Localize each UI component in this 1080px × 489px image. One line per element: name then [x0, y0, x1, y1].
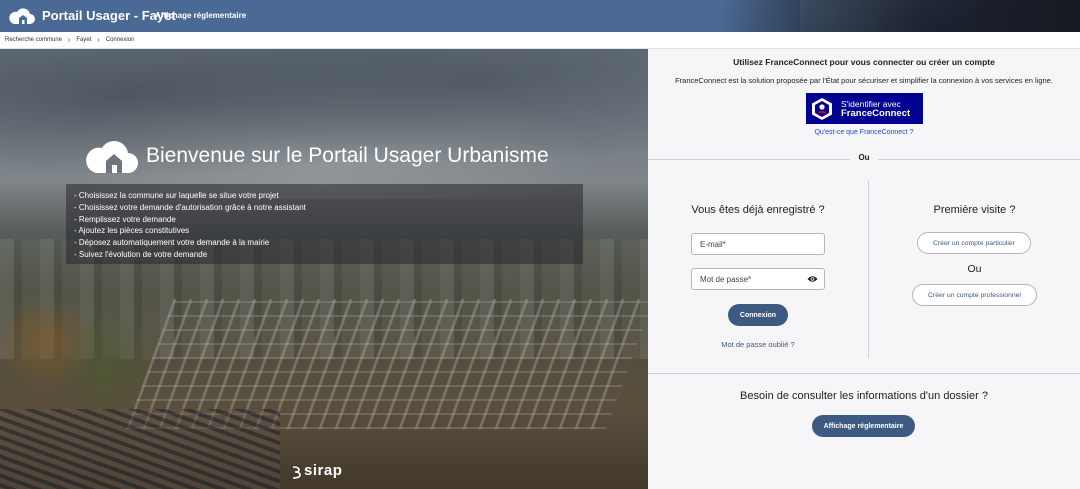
or-label: Ou — [850, 153, 878, 162]
step-item: - Ajoutez les pièces constitutives — [74, 226, 190, 236]
header-affichage-link[interactable]: Affichage réglementaire — [155, 11, 246, 20]
forgot-password-link[interactable]: Mot de passe oublié ? — [648, 340, 868, 349]
franceconnect-title: Utilisez FranceConnect pour vous connect… — [733, 57, 995, 67]
create-particulier-button[interactable]: Créer un compte particulier — [917, 232, 1031, 254]
hero-title: Bienvenue sur le Portail Usager Urbanism… — [146, 144, 549, 167]
connexion-button[interactable]: Connexion — [728, 304, 788, 326]
create-professionnel-button[interactable]: Créer un compte professionnel — [912, 284, 1037, 306]
breadcrumb-item-fayet[interactable]: Fayet — [76, 37, 91, 43]
breadcrumb: Recherche commune › Fayet › Connexion — [0, 32, 1080, 49]
step-item: - Choisissez votre demande d'autorisatio… — [74, 202, 306, 212]
franceconnect-logo-icon — [812, 97, 832, 120]
cloud-house-icon — [86, 140, 138, 173]
email-field[interactable] — [691, 233, 825, 255]
or-label: Ou — [967, 263, 982, 275]
steps-box: - Choisissez la commune sur laquelle se … — [66, 184, 583, 264]
eye-icon[interactable] — [807, 275, 818, 283]
login-title: Vous êtes déjà enregistré ? — [691, 204, 825, 216]
chevron-right-icon: › — [68, 36, 71, 44]
franceconnect-line2: FranceConnect — [841, 107, 911, 119]
hero-overlay — [0, 49, 648, 489]
chevron-right-icon: › — [97, 36, 100, 44]
dossier-title: Besoin de consulter les informations d'u… — [740, 390, 988, 402]
affichage-reglementaire-button[interactable]: Affichage réglementaire — [812, 415, 915, 437]
divider — [648, 373, 1080, 374]
cloud-house-icon[interactable] — [8, 5, 36, 27]
app-header: Portail Usager - Fayet Affichage régleme… — [0, 0, 1080, 32]
step-item: - Choisissez la commune sur laquelle se … — [74, 191, 279, 200]
login-panel: Utilisez FranceConnect pour vous connect… — [648, 49, 1080, 489]
breadcrumb-item-recherche[interactable]: Recherche commune — [5, 37, 62, 43]
franceconnect-help-link[interactable]: Qu'est-ce que FranceConnect ? — [648, 129, 1080, 136]
sirap-logo: sirap — [304, 462, 343, 479]
step-item: - Remplissez votre demande — [74, 214, 176, 224]
first-visit-title: Première visite ? — [933, 204, 1016, 216]
login-section: Vous êtes déjà enregistré ? Connexion Mo… — [648, 179, 868, 357]
password-field[interactable] — [691, 268, 825, 290]
franceconnect-line1: S'identifier avec — [841, 98, 901, 109]
first-visit-section: Première visite ? Créer un compte partic… — [869, 179, 1080, 357]
hero-banner: Bienvenue sur le Portail Usager Urbanism… — [0, 49, 648, 489]
franceconnect-description: FranceConnect est la solution proposée p… — [675, 76, 1053, 85]
franceconnect-button[interactable]: S'identifier avec FranceConnect — [806, 93, 923, 124]
step-item: - Suivez l'évolution de votre demande — [74, 249, 208, 259]
step-item: - Déposez automatiquement votre demande … — [74, 238, 270, 248]
header-sheen — [800, 0, 1080, 32]
sirap-logo-icon — [292, 466, 301, 479]
breadcrumb-item-connexion: Connexion — [105, 37, 135, 43]
